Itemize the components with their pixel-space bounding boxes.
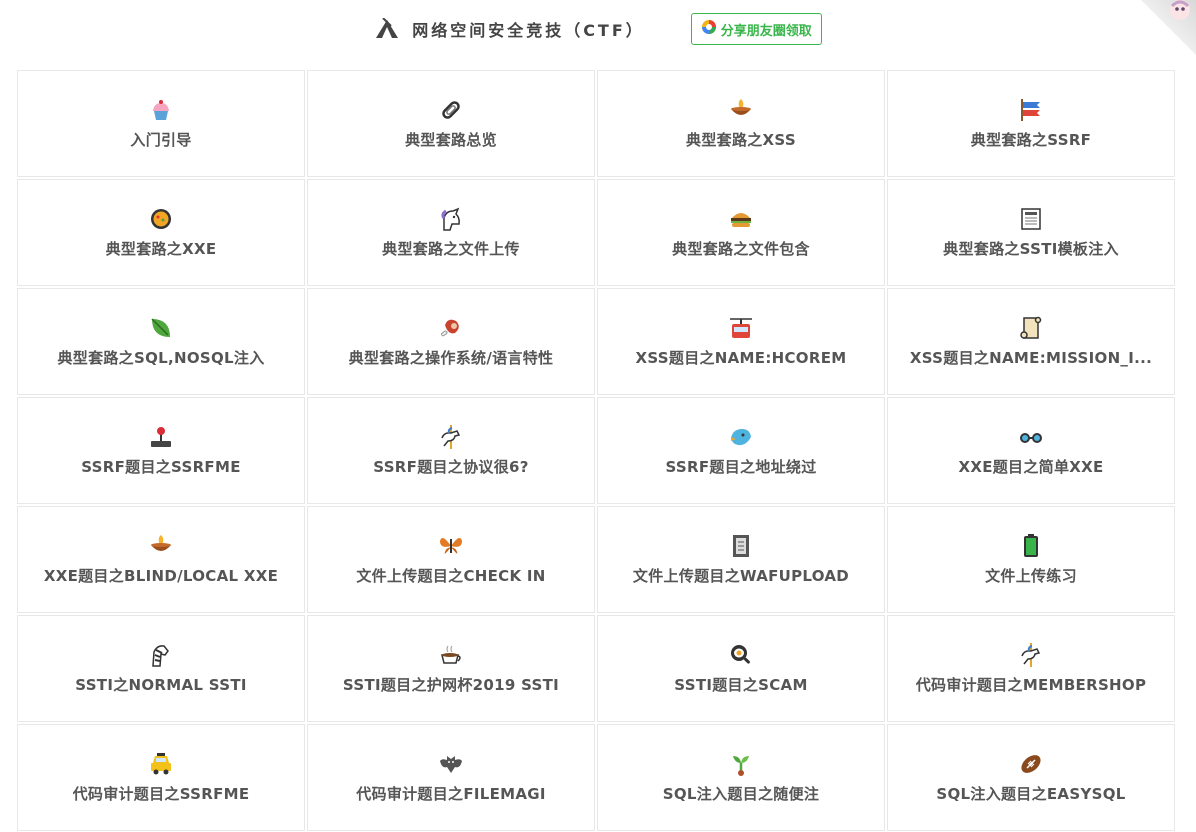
- course-card-label: 文件上传练习: [985, 567, 1077, 585]
- burger-icon: [728, 206, 754, 232]
- diya-lamp-icon: [728, 97, 754, 123]
- course-card[interactable]: 代码审计题目之SSRFME: [17, 724, 305, 831]
- course-card-label: SQL注入题目之随便注: [662, 785, 820, 803]
- course-card[interactable]: XSS题目之NAME:MISSION_I...: [887, 288, 1175, 395]
- course-card[interactable]: 文件上传题目之CHECK IN: [307, 506, 595, 613]
- course-card-label: SSRF题目之SSRFME: [81, 458, 241, 476]
- course-card-label: 典型套路之XXE: [105, 240, 217, 258]
- course-card-label: 代码审计题目之FILEMAGI: [356, 785, 546, 803]
- course-card[interactable]: SQL注入题目之EASYSQL: [887, 724, 1175, 831]
- unicorn-icon: [438, 206, 464, 232]
- corner-decoration: [1140, 0, 1196, 56]
- course-card-label: XXE题目之BLIND/LOCAL XXE: [43, 567, 279, 585]
- course-card[interactable]: SSTI之NORMAL SSTI: [17, 615, 305, 722]
- course-card-label: 代码审计题目之SSRFME: [72, 785, 250, 803]
- course-card-label: SSTI题目之护网杯2019 SSTI: [342, 676, 560, 694]
- course-card[interactable]: SSRF题目之地址绕过: [597, 397, 885, 504]
- notebook-icon: [728, 533, 754, 559]
- course-card-label: XXE题目之简单XXE: [958, 458, 1104, 476]
- diya-lamp-icon: [148, 533, 174, 559]
- course-card-label: SSRF题目之协议很6?: [373, 458, 529, 476]
- paperclip-icon: [438, 97, 464, 123]
- taxi-icon: [148, 751, 174, 777]
- course-card[interactable]: SSRF题目之协议很6?: [307, 397, 595, 504]
- course-card[interactable]: 入门引导: [17, 70, 305, 177]
- zebra-icon: [148, 642, 174, 668]
- carousel-horse-icon: [438, 424, 464, 450]
- paella-icon: [148, 206, 174, 232]
- course-card[interactable]: 典型套路之操作系统/语言特性: [307, 288, 595, 395]
- course-card[interactable]: XXE题目之简单XXE: [887, 397, 1175, 504]
- scroll-icon: [1018, 315, 1044, 341]
- course-grid: 入门引导 典型套路总览 典型套路之XSS 典型套路之SSRF 典型套路之XXE 典型套路之…: [17, 70, 1177, 831]
- seedling-icon: [728, 751, 754, 777]
- course-card[interactable]: 典型套路之XSS: [597, 70, 885, 177]
- bat-icon: [438, 751, 464, 777]
- course-card[interactable]: SSRF题目之SSRFME: [17, 397, 305, 504]
- course-card[interactable]: 文件上传练习: [887, 506, 1175, 613]
- course-card-label: SSTI题目之SCAM: [674, 676, 808, 694]
- course-card-label: 典型套路总览: [405, 131, 497, 149]
- course-card-label: SQL注入题目之EASYSQL: [936, 785, 1126, 803]
- course-card[interactable]: 典型套路之SQL,NOSQL注入: [17, 288, 305, 395]
- course-card-label: 典型套路之SSTI模板注入: [943, 240, 1119, 258]
- football-icon: [1018, 751, 1044, 777]
- course-card-label: 代码审计题目之MEMBERSHOP: [915, 676, 1147, 694]
- course-card-label: 典型套路之SQL,NOSQL注入: [57, 349, 265, 367]
- course-card[interactable]: 典型套路之SSTI模板注入: [887, 179, 1175, 286]
- cupcake-icon: [148, 97, 174, 123]
- course-card-label: XSS题目之NAME:MISSION_I...: [909, 349, 1153, 367]
- avatar-icon[interactable]: [1168, 0, 1192, 22]
- course-card-label: 文件上传题目之WAFUPLOAD: [632, 567, 850, 585]
- course-card[interactable]: XXE题目之BLIND/LOCAL XXE: [17, 506, 305, 613]
- frying-pan-icon: [728, 642, 754, 668]
- share-button-label: 分享朋友圈领取: [720, 23, 812, 39]
- tent-logo-icon: [374, 18, 400, 40]
- joystick-icon: [148, 424, 174, 450]
- course-card-label: 典型套路之文件包含: [672, 240, 810, 258]
- course-card-label: 典型套路之操作系统/语言特性: [348, 349, 554, 367]
- newspaper-icon: [1018, 206, 1044, 232]
- page-header: 网络空间安全竞技（CTF） 分享朋友圈领取: [0, 0, 1196, 58]
- color-wheel-icon: [701, 19, 717, 39]
- page-title: 网络空间安全竞技（CTF）: [412, 21, 645, 40]
- course-card-label: 典型套路之SSRF: [970, 131, 1092, 149]
- title-group: 网络空间安全竞技（CTF） 分享朋友圈领取: [374, 13, 822, 45]
- goggles-icon: [1018, 424, 1044, 450]
- course-card-label: 典型套路之文件上传: [382, 240, 520, 258]
- bird-icon: [728, 424, 754, 450]
- course-card-label: SSRF题目之地址绕过: [665, 458, 817, 476]
- butterfly-icon: [438, 533, 464, 559]
- course-card-label: XSS题目之NAME:HCOREM: [635, 349, 847, 367]
- course-card[interactable]: 典型套路之XXE: [17, 179, 305, 286]
- course-card-label: 入门引导: [130, 131, 192, 149]
- course-card[interactable]: SSTI题目之SCAM: [597, 615, 885, 722]
- course-card[interactable]: 代码审计题目之MEMBERSHOP: [887, 615, 1175, 722]
- course-card-label: SSTI之NORMAL SSTI: [75, 676, 247, 694]
- course-card[interactable]: 典型套路之SSRF: [887, 70, 1175, 177]
- meat-icon: [438, 315, 464, 341]
- course-card-label: 文件上传题目之CHECK IN: [356, 567, 546, 585]
- battery-icon: [1018, 533, 1044, 559]
- share-moments-button[interactable]: 分享朋友圈领取: [690, 13, 822, 45]
- carp-streamer-icon: [1018, 97, 1044, 123]
- leaf-icon: [148, 315, 174, 341]
- course-card[interactable]: XSS题目之NAME:HCOREM: [597, 288, 885, 395]
- course-card[interactable]: 典型套路总览: [307, 70, 595, 177]
- course-card[interactable]: SQL注入题目之随便注: [597, 724, 885, 831]
- course-card-label: 典型套路之XSS: [686, 131, 796, 149]
- carousel-horse-icon: [1018, 642, 1044, 668]
- course-card[interactable]: 文件上传题目之WAFUPLOAD: [597, 506, 885, 613]
- course-card[interactable]: SSTI题目之护网杯2019 SSTI: [307, 615, 595, 722]
- course-card[interactable]: 典型套路之文件包含: [597, 179, 885, 286]
- cable-car-icon: [728, 315, 754, 341]
- course-card[interactable]: 代码审计题目之FILEMAGI: [307, 724, 595, 831]
- course-card[interactable]: 典型套路之文件上传: [307, 179, 595, 286]
- coffee-icon: [438, 642, 464, 668]
